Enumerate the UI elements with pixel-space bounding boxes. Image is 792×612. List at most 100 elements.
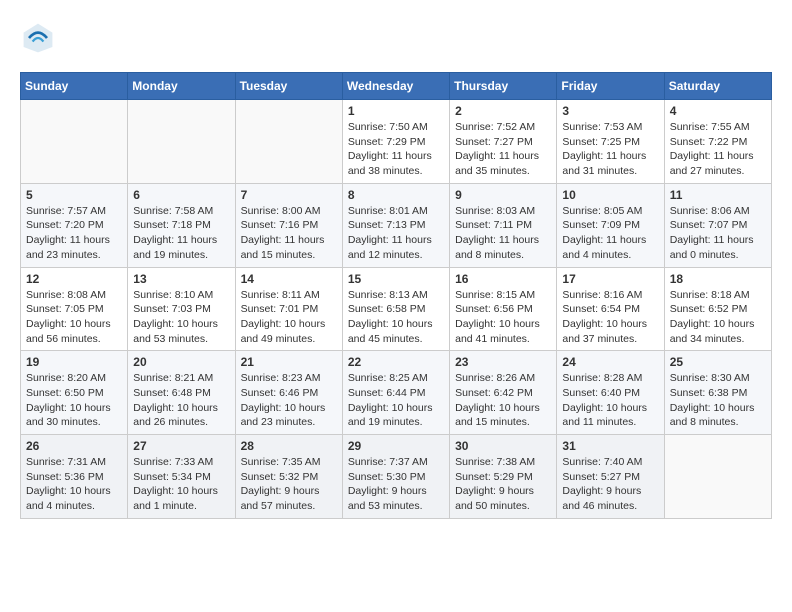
day-number: 21 xyxy=(241,355,337,369)
day-header-monday: Monday xyxy=(128,73,235,100)
calendar-week-row: 19 Sunrise: 8:20 AM Sunset: 6:50 PM Dayli… xyxy=(21,351,772,435)
day-info: Sunrise: 8:20 AM Sunset: 6:50 PM Dayligh… xyxy=(26,371,122,430)
calendar-cell: 11Sunrise: 8:06 AM Sunset: 7:07 PM Dayli… xyxy=(664,183,771,267)
day-header-sunday: Sunday xyxy=(21,73,128,100)
calendar-cell: 15 Sunrise: 8:13 AM Sunset: 6:58 PM Dayli… xyxy=(342,267,449,351)
calendar-cell: 2 Sunrise: 7:52 AM Sunset: 7:27 PM Daylig… xyxy=(450,100,557,184)
calendar-cell: 21 Sunrise: 8:23 AM Sunset: 6:46 PM Dayli… xyxy=(235,351,342,435)
calendar-cell xyxy=(128,100,235,184)
calendar-cell: 10 Sunrise: 8:05 AM Sunset: 7:09 PM Dayli… xyxy=(557,183,664,267)
day-header-thursday: Thursday xyxy=(450,73,557,100)
day-info: Sunrise: 7:52 AM Sunset: 7:27 PM Dayligh… xyxy=(455,120,551,179)
day-info: Sunrise: 7:50 AM Sunset: 7:29 PM Dayligh… xyxy=(348,120,444,179)
day-number: 3 xyxy=(562,104,658,118)
day-info: Sunrise: 8:10 AM Sunset: 7:03 PM Dayligh… xyxy=(133,288,229,347)
day-info: Sunrise: 8:18 AM Sunset: 6:52 PM Dayligh… xyxy=(670,288,766,347)
calendar-cell xyxy=(664,435,771,519)
calendar-cell: 24Sunrise: 8:28 AM Sunset: 6:40 PM Dayli… xyxy=(557,351,664,435)
calendar-cell: 5Sunrise: 7:57 AM Sunset: 7:20 PM Daylig… xyxy=(21,183,128,267)
calendar-cell: 13 Sunrise: 8:10 AM Sunset: 7:03 PM Dayli… xyxy=(128,267,235,351)
calendar-cell xyxy=(235,100,342,184)
calendar-cell: 25 Sunrise: 8:30 AM Sunset: 6:38 PM Dayli… xyxy=(664,351,771,435)
day-info: Sunrise: 7:33 AM Sunset: 5:34 PM Dayligh… xyxy=(133,455,229,514)
day-info: Sunrise: 7:58 AM Sunset: 7:18 PM Dayligh… xyxy=(133,204,229,263)
calendar-cell: 18 Sunrise: 8:18 AM Sunset: 6:52 PM Dayli… xyxy=(664,267,771,351)
calendar-cell: 26Sunrise: 7:31 AM Sunset: 5:36 PM Dayli… xyxy=(21,435,128,519)
day-number: 8 xyxy=(348,188,444,202)
day-info: Sunrise: 8:00 AM Sunset: 7:16 PM Dayligh… xyxy=(241,204,337,263)
day-number: 9 xyxy=(455,188,551,202)
day-info: Sunrise: 8:23 AM Sunset: 6:46 PM Dayligh… xyxy=(241,371,337,430)
day-number: 6 xyxy=(133,188,229,202)
calendar-cell: 22 Sunrise: 8:25 AM Sunset: 6:44 PM Dayli… xyxy=(342,351,449,435)
day-number: 5 xyxy=(26,188,122,202)
calendar-cell xyxy=(21,100,128,184)
day-info: Sunrise: 7:38 AM Sunset: 5:29 PM Dayligh… xyxy=(455,455,551,514)
day-number: 18 xyxy=(670,272,766,286)
day-header-wednesday: Wednesday xyxy=(342,73,449,100)
calendar-cell: 7 Sunrise: 8:00 AM Sunset: 7:16 PM Daylig… xyxy=(235,183,342,267)
day-number: 19 xyxy=(26,355,122,369)
day-number: 10 xyxy=(562,188,658,202)
day-info: Sunrise: 8:13 AM Sunset: 6:58 PM Dayligh… xyxy=(348,288,444,347)
day-header-tuesday: Tuesday xyxy=(235,73,342,100)
day-number: 20 xyxy=(133,355,229,369)
day-info: Sunrise: 8:16 AM Sunset: 6:54 PM Dayligh… xyxy=(562,288,658,347)
calendar-cell: 6 Sunrise: 7:58 AM Sunset: 7:18 PM Daylig… xyxy=(128,183,235,267)
day-number: 25 xyxy=(670,355,766,369)
day-info: Sunrise: 8:05 AM Sunset: 7:09 PM Dayligh… xyxy=(562,204,658,263)
day-number: 14 xyxy=(241,272,337,286)
day-number: 16 xyxy=(455,272,551,286)
calendar-cell: 31 Sunrise: 7:40 AM Sunset: 5:27 PM Dayli… xyxy=(557,435,664,519)
day-info: Sunrise: 7:53 AM Sunset: 7:25 PM Dayligh… xyxy=(562,120,658,179)
day-info: Sunrise: 8:01 AM Sunset: 7:13 PM Dayligh… xyxy=(348,204,444,263)
day-number: 12 xyxy=(26,272,122,286)
calendar-cell: 14 Sunrise: 8:11 AM Sunset: 7:01 PM Dayli… xyxy=(235,267,342,351)
calendar-cell: 19 Sunrise: 8:20 AM Sunset: 6:50 PM Dayli… xyxy=(21,351,128,435)
day-number: 31 xyxy=(562,439,658,453)
logo xyxy=(20,20,62,56)
day-info: Sunrise: 8:11 AM Sunset: 7:01 PM Dayligh… xyxy=(241,288,337,347)
calendar-cell: 8 Sunrise: 8:01 AM Sunset: 7:13 PM Daylig… xyxy=(342,183,449,267)
day-number: 30 xyxy=(455,439,551,453)
day-info: Sunrise: 8:06 AM Sunset: 7:07 PM Dayligh… xyxy=(670,204,766,263)
calendar-week-row: 5Sunrise: 7:57 AM Sunset: 7:20 PM Daylig… xyxy=(21,183,772,267)
calendar-cell: 30 Sunrise: 7:38 AM Sunset: 5:29 PM Dayli… xyxy=(450,435,557,519)
day-number: 7 xyxy=(241,188,337,202)
day-number: 27 xyxy=(133,439,229,453)
day-info: Sunrise: 8:25 AM Sunset: 6:44 PM Dayligh… xyxy=(348,371,444,430)
day-number: 1 xyxy=(348,104,444,118)
calendar-cell: 29Sunrise: 7:37 AM Sunset: 5:30 PM Dayli… xyxy=(342,435,449,519)
calendar-cell: 23Sunrise: 8:26 AM Sunset: 6:42 PM Dayli… xyxy=(450,351,557,435)
day-number: 17 xyxy=(562,272,658,286)
day-number: 15 xyxy=(348,272,444,286)
day-number: 26 xyxy=(26,439,122,453)
day-info: Sunrise: 8:26 AM Sunset: 6:42 PM Dayligh… xyxy=(455,371,551,430)
day-header-saturday: Saturday xyxy=(664,73,771,100)
day-number: 4 xyxy=(670,104,766,118)
calendar-cell: 1 Sunrise: 7:50 AM Sunset: 7:29 PM Daylig… xyxy=(342,100,449,184)
day-number: 22 xyxy=(348,355,444,369)
day-info: Sunrise: 8:08 AM Sunset: 7:05 PM Dayligh… xyxy=(26,288,122,347)
day-info: Sunrise: 8:21 AM Sunset: 6:48 PM Dayligh… xyxy=(133,371,229,430)
day-info: Sunrise: 7:40 AM Sunset: 5:27 PM Dayligh… xyxy=(562,455,658,514)
calendar-cell: 16 Sunrise: 8:15 AM Sunset: 6:56 PM Dayli… xyxy=(450,267,557,351)
day-header-friday: Friday xyxy=(557,73,664,100)
page-header xyxy=(20,20,772,56)
day-info: Sunrise: 8:28 AM Sunset: 6:40 PM Dayligh… xyxy=(562,371,658,430)
calendar-cell: 4 Sunrise: 7:55 AM Sunset: 7:22 PM Daylig… xyxy=(664,100,771,184)
day-number: 13 xyxy=(133,272,229,286)
calendar-cell: 17 Sunrise: 8:16 AM Sunset: 6:54 PM Dayli… xyxy=(557,267,664,351)
calendar-cell: 9 Sunrise: 8:03 AM Sunset: 7:11 PM Daylig… xyxy=(450,183,557,267)
day-info: Sunrise: 7:35 AM Sunset: 5:32 PM Dayligh… xyxy=(241,455,337,514)
day-info: Sunrise: 8:03 AM Sunset: 7:11 PM Dayligh… xyxy=(455,204,551,263)
day-info: Sunrise: 7:55 AM Sunset: 7:22 PM Dayligh… xyxy=(670,120,766,179)
day-number: 2 xyxy=(455,104,551,118)
day-info: Sunrise: 8:30 AM Sunset: 6:38 PM Dayligh… xyxy=(670,371,766,430)
day-number: 28 xyxy=(241,439,337,453)
day-info: Sunrise: 8:15 AM Sunset: 6:56 PM Dayligh… xyxy=(455,288,551,347)
day-number: 29 xyxy=(348,439,444,453)
calendar-week-row: 26Sunrise: 7:31 AM Sunset: 5:36 PM Dayli… xyxy=(21,435,772,519)
calendar-cell: 27 Sunrise: 7:33 AM Sunset: 5:34 PM Dayli… xyxy=(128,435,235,519)
calendar-week-row: 12 Sunrise: 8:08 AM Sunset: 7:05 PM Dayli… xyxy=(21,267,772,351)
